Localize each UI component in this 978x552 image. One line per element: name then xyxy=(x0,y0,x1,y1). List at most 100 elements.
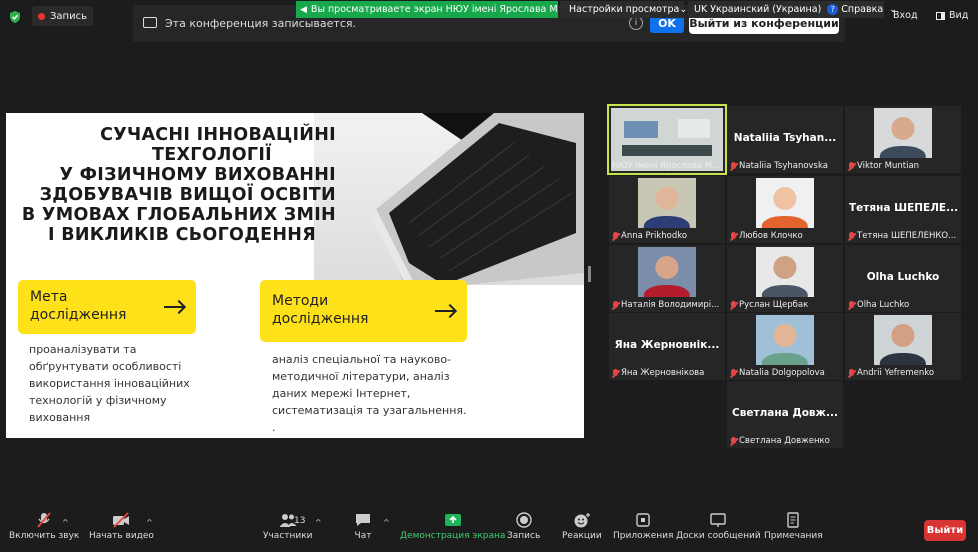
split-resize-handle[interactable] xyxy=(588,266,591,282)
mic-muted-icon xyxy=(848,231,855,241)
participant-tile[interactable]: Наталія Володимирі... xyxy=(609,245,725,312)
methods-box-line: дослідження xyxy=(272,311,369,327)
arrow-right-icon xyxy=(164,306,184,308)
mic-muted-icon xyxy=(612,368,619,378)
help-button[interactable]: ? Справка xyxy=(827,4,883,15)
participant-tile[interactable]: Руслан Щербак xyxy=(727,245,843,312)
viewing-share-notice: ◀ Вы просматриваете экран НЮУ імені Яросл… xyxy=(296,1,558,18)
participant-display-name: Светлана Довж... xyxy=(732,407,838,419)
help-icon: ? xyxy=(827,4,839,15)
participant-name-label: Любов Клочко xyxy=(730,231,841,241)
video-options-caret-icon[interactable]: ^ xyxy=(146,518,153,527)
participant-video xyxy=(874,108,932,158)
goal-box: Мета дослідження xyxy=(18,280,196,334)
participant-name: Тетяна ШЕПЕЛЕНКО... xyxy=(857,231,957,241)
smiley-icon xyxy=(574,513,590,528)
slide-title: СУЧАСНІ ІННОВАЦІЙНІ ТЕХГОЛОГІЇ У ФІЗИЧНО… xyxy=(6,125,336,245)
zoom-meeting-window: { "top": { "recording_label": "Запись", … xyxy=(0,0,978,552)
title-line: ТЕХГОЛОГІЇ xyxy=(152,145,272,165)
apps-icon xyxy=(636,513,650,527)
help-label: Справка xyxy=(841,4,884,15)
arrow-right-icon xyxy=(435,310,455,312)
goal-box-line: дослідження xyxy=(30,307,127,323)
participant-display-name: Яна Жерновнік... xyxy=(614,339,720,351)
whiteboards-label: Доски сообщений xyxy=(676,531,761,541)
methods-text-line: даних мережі Інтернет, xyxy=(272,387,411,400)
participant-name-label: Яна Жерновнікова xyxy=(612,368,723,378)
chat-button[interactable]: Чат xyxy=(354,512,372,541)
unmute-label: Включить звук xyxy=(9,531,80,541)
notes-label: Примечания xyxy=(764,531,823,541)
security-shield-icon[interactable] xyxy=(8,10,22,24)
methods-text-line: методичної літератури, аналіз xyxy=(272,370,450,383)
participant-tile[interactable]: Тетяна ШЕПЕЛЕ... Тетяна ШЕПЕЛЕНКО... xyxy=(845,176,961,243)
participant-video xyxy=(756,315,814,365)
shared-screen-slide: СУЧАСНІ ІННОВАЦІЙНІ ТЕХГОЛОГІЇ У ФІЗИЧНО… xyxy=(6,113,584,438)
participant-video xyxy=(756,247,814,297)
reactions-button[interactable]: Реакции xyxy=(562,512,602,541)
participant-video xyxy=(638,247,696,297)
notes-button[interactable]: Примечания xyxy=(764,512,823,541)
participant-name-label: Natalia Dolgopolova xyxy=(730,368,841,378)
participant-tile[interactable]: Яна Жерновнік... Яна Жерновнікова xyxy=(609,313,725,380)
interpretation-language[interactable]: UK Украинский (Украина)? Справка ⌄ xyxy=(688,1,897,18)
participant-tile[interactable]: Anna Prikhodko xyxy=(609,176,725,243)
chat-caret-icon[interactable]: ^ xyxy=(383,518,390,527)
participant-tile[interactable]: Olha Luchko Olha Luchko xyxy=(845,245,961,312)
participant-name: Светлана Довженко xyxy=(739,436,830,446)
share-screen-icon xyxy=(444,514,461,526)
participant-video xyxy=(874,315,932,365)
grid-icon xyxy=(936,11,945,20)
participant-tile[interactable]: Viktor Muntian xyxy=(845,106,961,173)
participant-name: Anna Prikhodko xyxy=(621,231,688,241)
participant-tile[interactable]: НЮУ імені Ярослава М... xyxy=(607,104,727,175)
share-notice-text: Вы просматриваете экран НЮУ імені Яросла… xyxy=(310,4,558,15)
chat-label: Чат xyxy=(354,531,372,541)
view-button[interactable]: Вид xyxy=(936,10,968,21)
mic-muted-icon xyxy=(730,161,737,171)
participant-tile[interactable]: Светлана Довж... Светлана Довженко xyxy=(727,381,843,448)
title-line: СУЧАСНІ ІННОВАЦІЙНІ xyxy=(100,125,336,145)
participants-caret-icon[interactable]: ^ xyxy=(315,518,322,527)
info-icon[interactable]: i xyxy=(629,16,643,30)
goal-text-line: проаналізувати та xyxy=(29,343,137,356)
methods-text-line: аналіз спеціальної та науково- xyxy=(272,353,452,366)
recording-notice-text: Эта конференция записывается. xyxy=(165,17,356,30)
participant-name-label: Тетяна ШЕПЕЛЕНКО... xyxy=(848,231,959,241)
participant-video xyxy=(756,178,814,228)
goal-box-line: Мета xyxy=(30,289,68,305)
leave-button[interactable]: Выйти xyxy=(924,520,966,541)
mic-muted-icon xyxy=(612,300,619,310)
participant-name-label: НЮУ імені Ярослава М... xyxy=(612,161,723,171)
participant-name-label: Светлана Довженко xyxy=(730,436,841,446)
reactions-label: Реакции xyxy=(562,531,602,541)
start-video-label: Начать видео xyxy=(89,531,154,541)
participant-display-name: Nataliia Tsyhan... xyxy=(733,132,837,144)
participants-count: 13 xyxy=(294,516,306,526)
participant-name-label: Руслан Щербак xyxy=(730,300,841,310)
participant-tile[interactable]: Nataliia Tsyhan... Nataliia Tsyhanovska xyxy=(727,106,843,173)
apps-button[interactable]: Приложения xyxy=(613,512,673,541)
share-screen-button[interactable]: Демонстрация экрана xyxy=(400,512,505,541)
whiteboard-icon xyxy=(710,513,727,527)
participant-tile[interactable]: Andrii Yefremenko xyxy=(845,313,961,380)
enter-button[interactable]: Вход xyxy=(893,10,918,21)
audio-options-caret-icon[interactable]: ^ xyxy=(62,518,69,527)
goal-text-line: виховання xyxy=(29,411,91,424)
laptop-image xyxy=(314,113,584,285)
methods-text-line: систематизація та узагальнення. xyxy=(272,404,467,417)
participant-tile[interactable]: Любов Клочко xyxy=(727,176,843,243)
laptop-illustration xyxy=(369,113,584,285)
participant-name: Яна Жерновнікова xyxy=(621,368,705,378)
mic-muted-icon xyxy=(37,512,51,528)
methods-text-line: . xyxy=(272,421,276,434)
view-options-dropdown[interactable]: Настройки просмотра ⌄ xyxy=(560,1,687,18)
participant-name: Olha Luchko xyxy=(857,300,910,310)
participant-tile[interactable]: Natalia Dolgopolova xyxy=(727,313,843,380)
whiteboards-button[interactable]: Доски сообщений xyxy=(676,512,761,541)
recording-indicator[interactable]: Запись xyxy=(32,6,93,26)
title-line: І ВИКЛИКІВ СЬОГОДЕННЯ xyxy=(47,225,316,245)
start-video-button[interactable]: Начать видео xyxy=(89,512,154,541)
record-button[interactable]: Запись xyxy=(507,512,540,541)
unmute-button[interactable]: Включить звук xyxy=(9,512,79,541)
